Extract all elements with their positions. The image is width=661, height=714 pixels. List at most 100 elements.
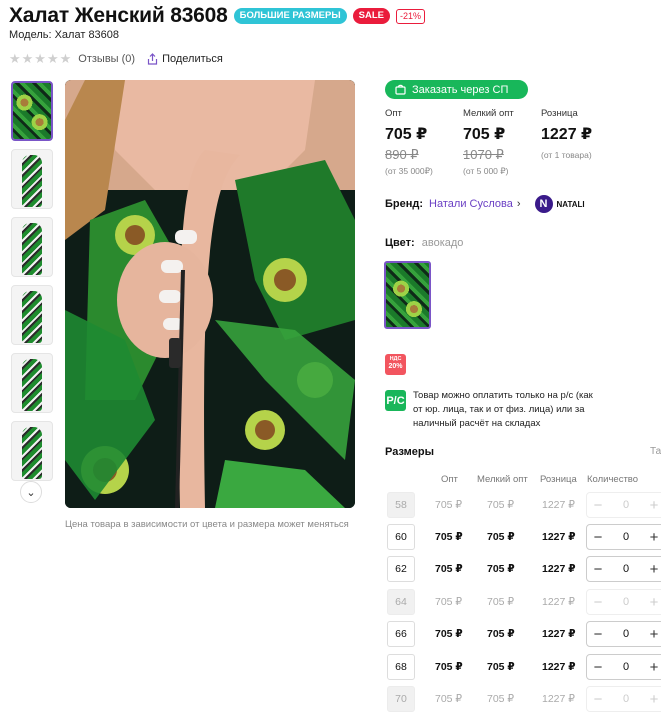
price-value: 705 ₽	[463, 126, 506, 143]
price-condition: (от 35 000₽)	[385, 166, 433, 176]
quantity-value: 0	[622, 499, 630, 511]
thumbnail-1[interactable]	[11, 81, 53, 141]
thumbnail-strip	[11, 81, 53, 489]
thumbnail-5[interactable]	[11, 353, 53, 413]
minus-icon: −	[593, 593, 603, 611]
quantity-stepper: − 0 +	[586, 589, 661, 615]
minus-icon[interactable]: −	[587, 626, 609, 643]
size-row: 64 705 ₽ 705 ₽ 1227 ₽ − 0 +	[387, 589, 661, 615]
plus-icon: +	[649, 593, 659, 611]
plus-icon[interactable]: +	[643, 659, 661, 676]
size-price-retail: 1227 ₽	[542, 531, 576, 543]
size-price-small: 705 ₽	[487, 596, 515, 608]
reviews-link[interactable]: Отзывы (0)	[78, 53, 135, 65]
size-label: 68	[387, 654, 415, 680]
share-label: Поделиться	[162, 53, 223, 65]
thumbnail-2[interactable]	[11, 149, 53, 209]
plus-icon[interactable]: +	[643, 626, 661, 643]
size-price-opt: 705 ₽	[435, 499, 463, 511]
model-text: Модель: Халат 83608	[9, 29, 120, 41]
size-label: 60	[387, 524, 415, 550]
quantity-value[interactable]: 0	[609, 563, 643, 575]
price-value: 1227 ₽	[541, 126, 593, 143]
plus-icon: +	[649, 690, 659, 708]
title-row: Халат Женский 83608 БОЛЬШИЕ РАЗМЕРЫ SALE…	[9, 4, 425, 28]
size-price-small: 705 ₽	[487, 628, 515, 640]
quantity-stepper[interactable]: − 0 +	[586, 524, 661, 550]
brand-row: Бренд: Натали Суслова › N NATALI	[385, 195, 585, 213]
size-price-retail: 1227 ₽	[542, 596, 575, 608]
quantity-value[interactable]: 0	[609, 661, 643, 673]
minus-icon: −	[593, 690, 603, 708]
product-main-image[interactable]	[65, 80, 355, 508]
order-sp-label: Заказать через СП	[412, 83, 509, 96]
brand-logo[interactable]: N NATALI	[534, 195, 585, 213]
payment-info-text: Товар можно оплатить только на р/с (как …	[413, 390, 593, 429]
rating-stars-icon: ★★★★★	[9, 51, 73, 66]
minus-icon[interactable]: −	[587, 659, 609, 676]
quantity-value[interactable]: 0	[609, 628, 643, 640]
minus-icon: −	[593, 496, 603, 514]
color-row: Цвет: авокадо	[385, 237, 463, 249]
size-price-opt: 705 ₽	[435, 531, 463, 543]
size-label: 64	[387, 589, 415, 615]
header-small-opt: Мелкий опт	[477, 474, 528, 485]
share-icon	[147, 53, 158, 65]
size-price-opt: 705 ₽	[435, 563, 463, 575]
size-row: 66 705 ₽ 705 ₽ 1227 ₽ − 0 +	[387, 621, 661, 647]
quantity-value: 0	[622, 693, 630, 705]
price-value: 705 ₽	[385, 126, 428, 143]
brand-label: Бренд:	[385, 198, 424, 210]
quantity-stepper: − 0 +	[586, 686, 661, 712]
size-row: 60 705 ₽ 705 ₽ 1227 ₽ − 0 +	[387, 524, 661, 550]
color-label: Цвет:	[385, 237, 415, 249]
payment-account-icon: Р/С	[385, 390, 406, 411]
size-row: 58 705 ₽ 705 ₽ 1227 ₽ − 0 +	[387, 492, 661, 518]
quantity-value[interactable]: 0	[609, 531, 643, 543]
minus-icon[interactable]: −	[587, 529, 609, 546]
share-button[interactable]: Поделиться	[147, 53, 223, 65]
size-price-retail: 1227 ₽	[542, 693, 575, 705]
plus-icon[interactable]: +	[643, 561, 661, 578]
nds-line2: 20%	[388, 363, 403, 370]
quantity-stepper: − 0 +	[586, 492, 661, 518]
quantity-value: 0	[622, 596, 630, 608]
plus-icon: +	[649, 496, 659, 514]
price-old: 890 ₽	[385, 147, 419, 162]
size-price-small: 705 ₽	[487, 499, 515, 511]
size-price-small: 705 ₽	[487, 531, 515, 543]
badge-big-sizes: БОЛЬШИЕ РАЗМЕРЫ	[233, 8, 347, 24]
size-label: 66	[387, 621, 415, 647]
cart-icon	[395, 84, 406, 95]
price-note: Цена товара в зависимости от цвета и раз…	[65, 519, 349, 530]
thumbnail-3[interactable]	[11, 217, 53, 277]
price-small-opt: Мелкий опт 705 ₽ 1070 ₽ (от 5 000 ₽)	[463, 108, 541, 177]
size-price-retail: 1227 ₽	[542, 499, 575, 511]
brand-logo-icon: N	[534, 195, 553, 213]
quantity-stepper[interactable]: − 0 +	[586, 654, 661, 680]
thumbnail-6[interactable]	[11, 421, 53, 481]
size-table-link[interactable]: Таб	[650, 446, 661, 457]
size-price-opt: 705 ₽	[435, 693, 463, 705]
order-sp-button[interactable]: Заказать через СП	[385, 80, 528, 99]
size-price-opt: 705 ₽	[435, 628, 463, 640]
thumbnail-4[interactable]	[11, 285, 53, 345]
plus-icon[interactable]: +	[643, 529, 661, 546]
sizes-title: Размеры	[385, 446, 435, 458]
brand-link[interactable]: Натали Суслова	[429, 198, 513, 210]
price-old: 1070 ₽	[463, 147, 504, 162]
minus-icon[interactable]: −	[587, 561, 609, 578]
page-title: Халат Женский 83608	[9, 4, 228, 27]
size-price-small: 705 ₽	[487, 661, 515, 673]
quantity-stepper[interactable]: − 0 +	[586, 621, 661, 647]
size-price-opt: 705 ₽	[435, 596, 463, 608]
size-price-retail: 1227 ₽	[542, 628, 576, 640]
chevron-down-icon[interactable]: ⌄	[20, 481, 42, 503]
nds-badge-icon: НДС 20%	[385, 354, 406, 375]
size-price-retail: 1227 ₽	[542, 563, 576, 575]
size-price-opt: 705 ₽	[435, 661, 463, 673]
color-swatch-avocado[interactable]	[384, 261, 431, 329]
quantity-stepper[interactable]: − 0 +	[586, 556, 661, 582]
price-label: Опт	[385, 108, 402, 119]
price-condition: (от 5 000 ₽)	[463, 166, 509, 176]
